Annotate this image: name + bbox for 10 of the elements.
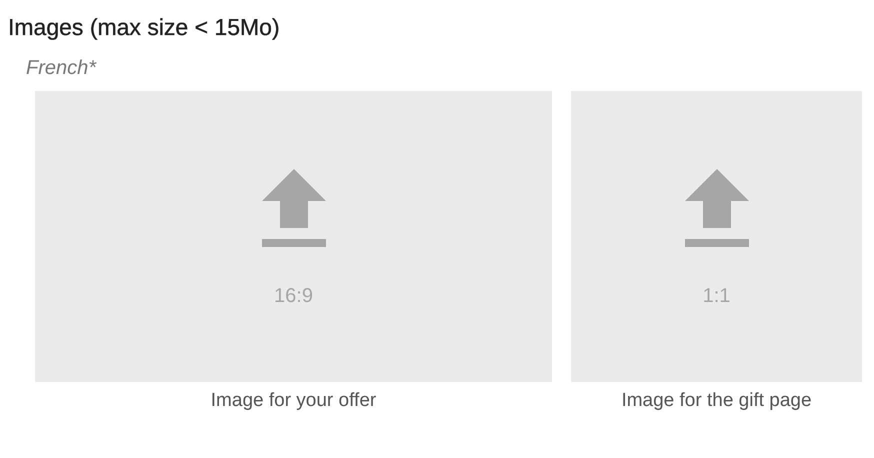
upload-icon	[262, 169, 326, 247]
language-label: French*	[26, 57, 98, 80]
aspect-ratio-label: 16:9	[274, 285, 313, 308]
image-caption: Image for the gift page	[621, 390, 812, 412]
upload-area[interactable]: 1:1	[571, 91, 862, 382]
image-caption: Image for your offer	[210, 390, 376, 412]
aspect-ratio-label: 1:1	[702, 285, 730, 308]
section-title: Images (max size < 15Mo)	[8, 14, 281, 41]
upload-area[interactable]: 16:9	[35, 91, 552, 382]
upload-icon	[684, 169, 748, 247]
